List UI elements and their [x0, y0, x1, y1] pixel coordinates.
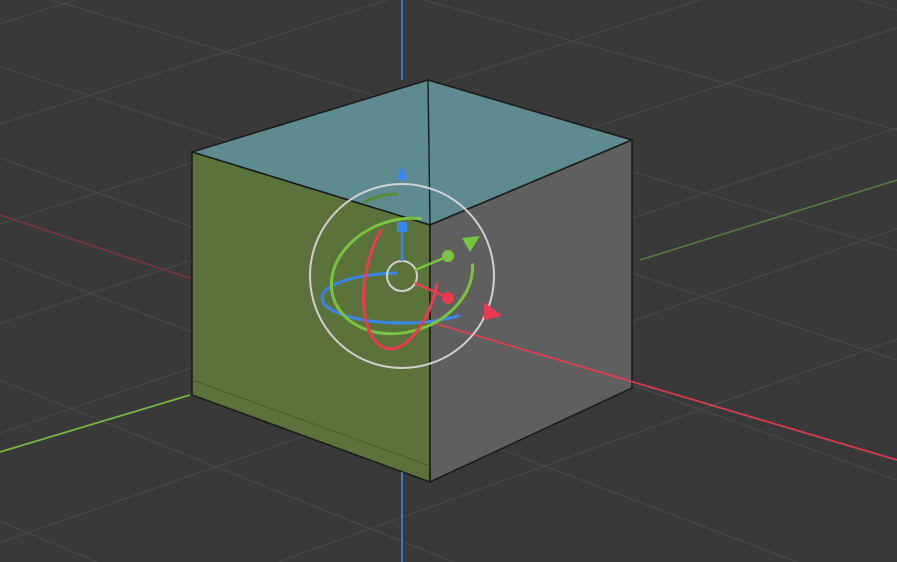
gizmo-view-ring[interactable] [310, 184, 494, 368]
transform-gizmo[interactable] [0, 0, 897, 562]
viewport-3d[interactable] [0, 0, 897, 562]
gizmo-rotate-z[interactable] [322, 273, 482, 323]
gizmo-center[interactable] [387, 261, 417, 291]
gizmo-translate-y[interactable] [415, 236, 480, 270]
gizmo-arc-fragment [364, 194, 398, 202]
gizmo-translate-z[interactable] [396, 166, 408, 261]
